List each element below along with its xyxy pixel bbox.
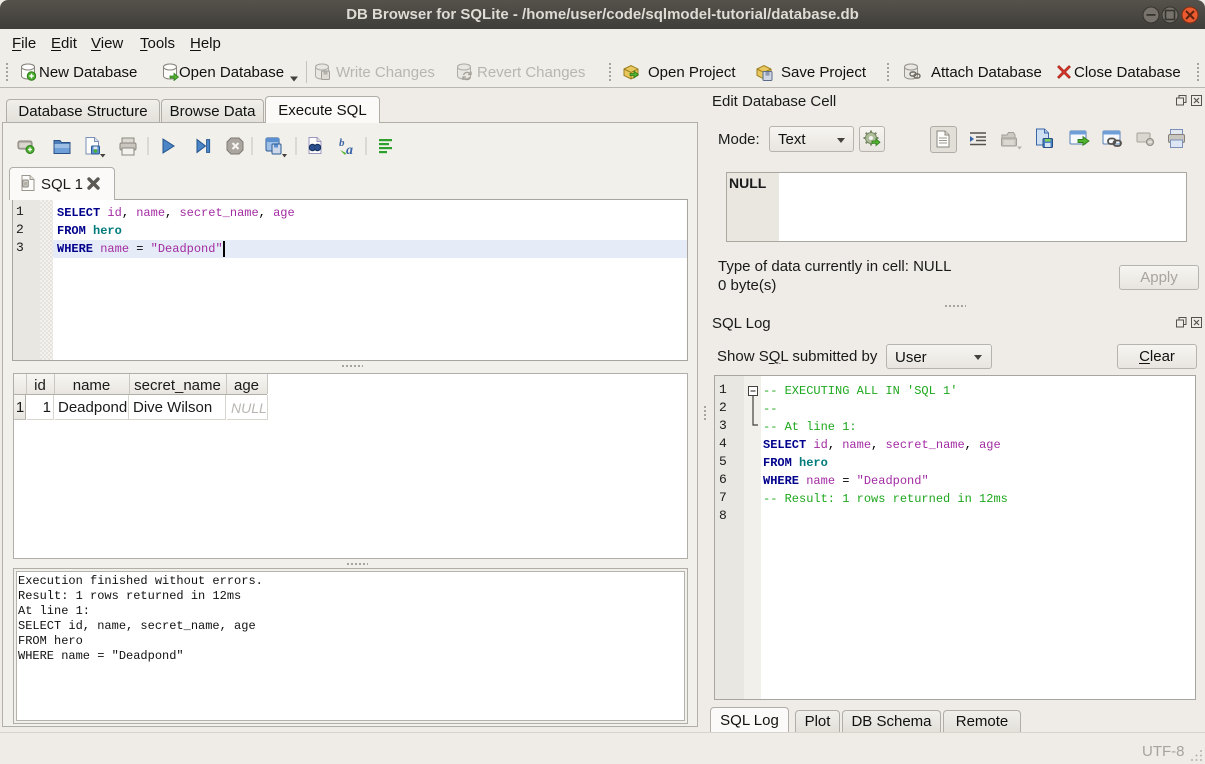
svg-text:a: a: [346, 143, 353, 158]
svg-text:b: b: [339, 137, 345, 149]
